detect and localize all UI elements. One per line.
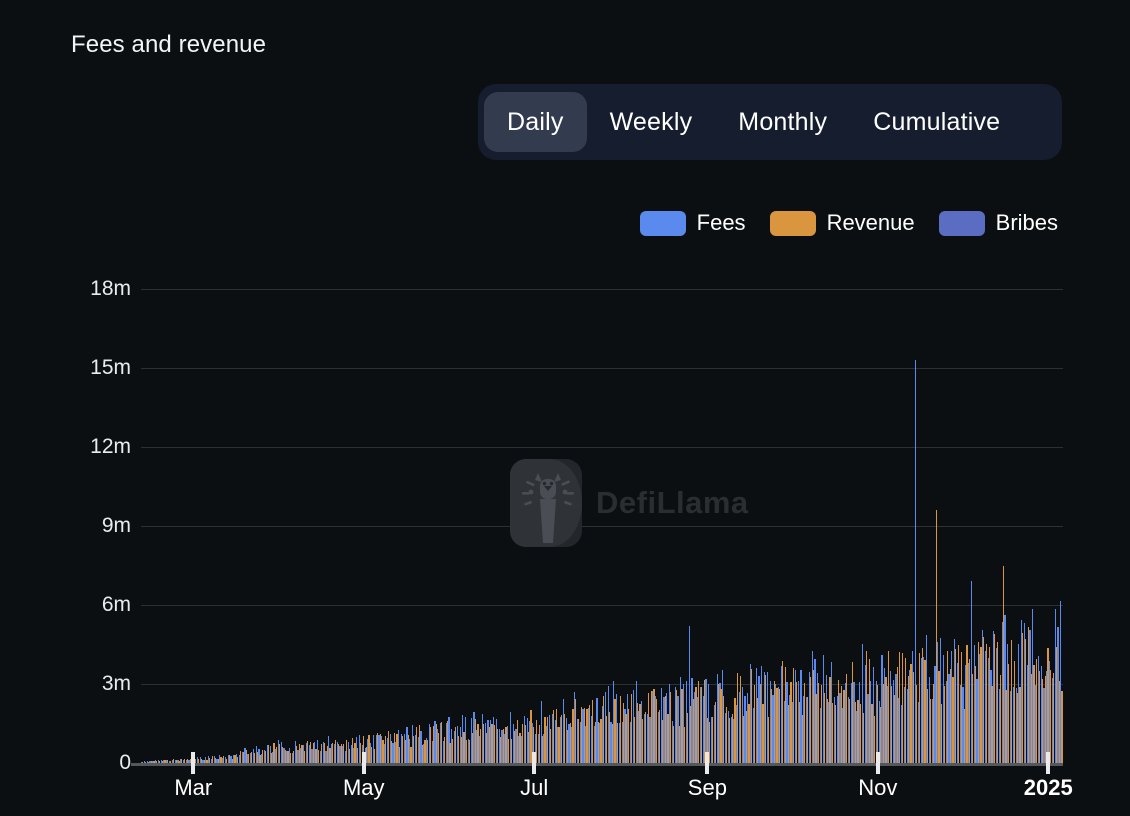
tab-weekly[interactable]: Weekly (587, 92, 716, 152)
legend-item-revenue[interactable]: Revenue (770, 210, 915, 236)
x-axis-tick-label: 2025 (1024, 775, 1073, 801)
interval-tab-group[interactable]: DailyWeeklyMonthlyCumulative (478, 84, 1062, 160)
x-axis-tick (876, 752, 880, 774)
x-axis-line (131, 763, 1063, 766)
y-axis: 03m6m9m12m15m18m (0, 263, 131, 763)
chart-legend: Fees Revenue Bribes (640, 210, 1058, 236)
x-axis-tick (1046, 752, 1050, 774)
legend-label: Fees (697, 210, 746, 236)
x-axis-tick (362, 752, 366, 774)
x-axis-tick (191, 752, 195, 774)
x-axis-tick (705, 752, 709, 774)
tab-monthly[interactable]: Monthly (715, 92, 850, 152)
y-axis-tick-label: 15m (90, 356, 131, 380)
tab-daily[interactable]: Daily (484, 92, 587, 152)
y-axis-tick-label: 18m (90, 277, 131, 301)
legend-swatch-fees (640, 211, 686, 236)
x-axis-tick-label: Jul (520, 775, 548, 801)
bar-series-container (141, 263, 1063, 763)
legend-label: Bribes (996, 210, 1058, 236)
y-axis-tick-label: 6m (102, 593, 131, 617)
bar-revenue (1061, 691, 1062, 763)
legend-item-fees[interactable]: Fees (640, 210, 746, 236)
x-axis-tick-label: May (343, 775, 385, 801)
x-axis-tick-label: Sep (688, 775, 727, 801)
legend-item-bribes[interactable]: Bribes (939, 210, 1058, 236)
y-axis-tick-label: 12m (90, 435, 131, 459)
page-title: Fees and revenue (71, 31, 266, 59)
x-axis-tick-label: Nov (858, 775, 897, 801)
tab-cumulative[interactable]: Cumulative (850, 92, 1023, 152)
y-axis-tick-label: 3m (102, 672, 131, 696)
x-axis-tick-label: Mar (174, 775, 212, 801)
legend-swatch-bribes (939, 211, 985, 236)
chart-plot-area[interactable] (141, 263, 1063, 763)
x-axis-tick (532, 752, 536, 774)
legend-swatch-revenue (770, 211, 816, 236)
y-axis-tick-label: 0 (119, 751, 131, 775)
y-axis-tick-label: 9m (102, 514, 131, 538)
legend-label: Revenue (827, 210, 915, 236)
